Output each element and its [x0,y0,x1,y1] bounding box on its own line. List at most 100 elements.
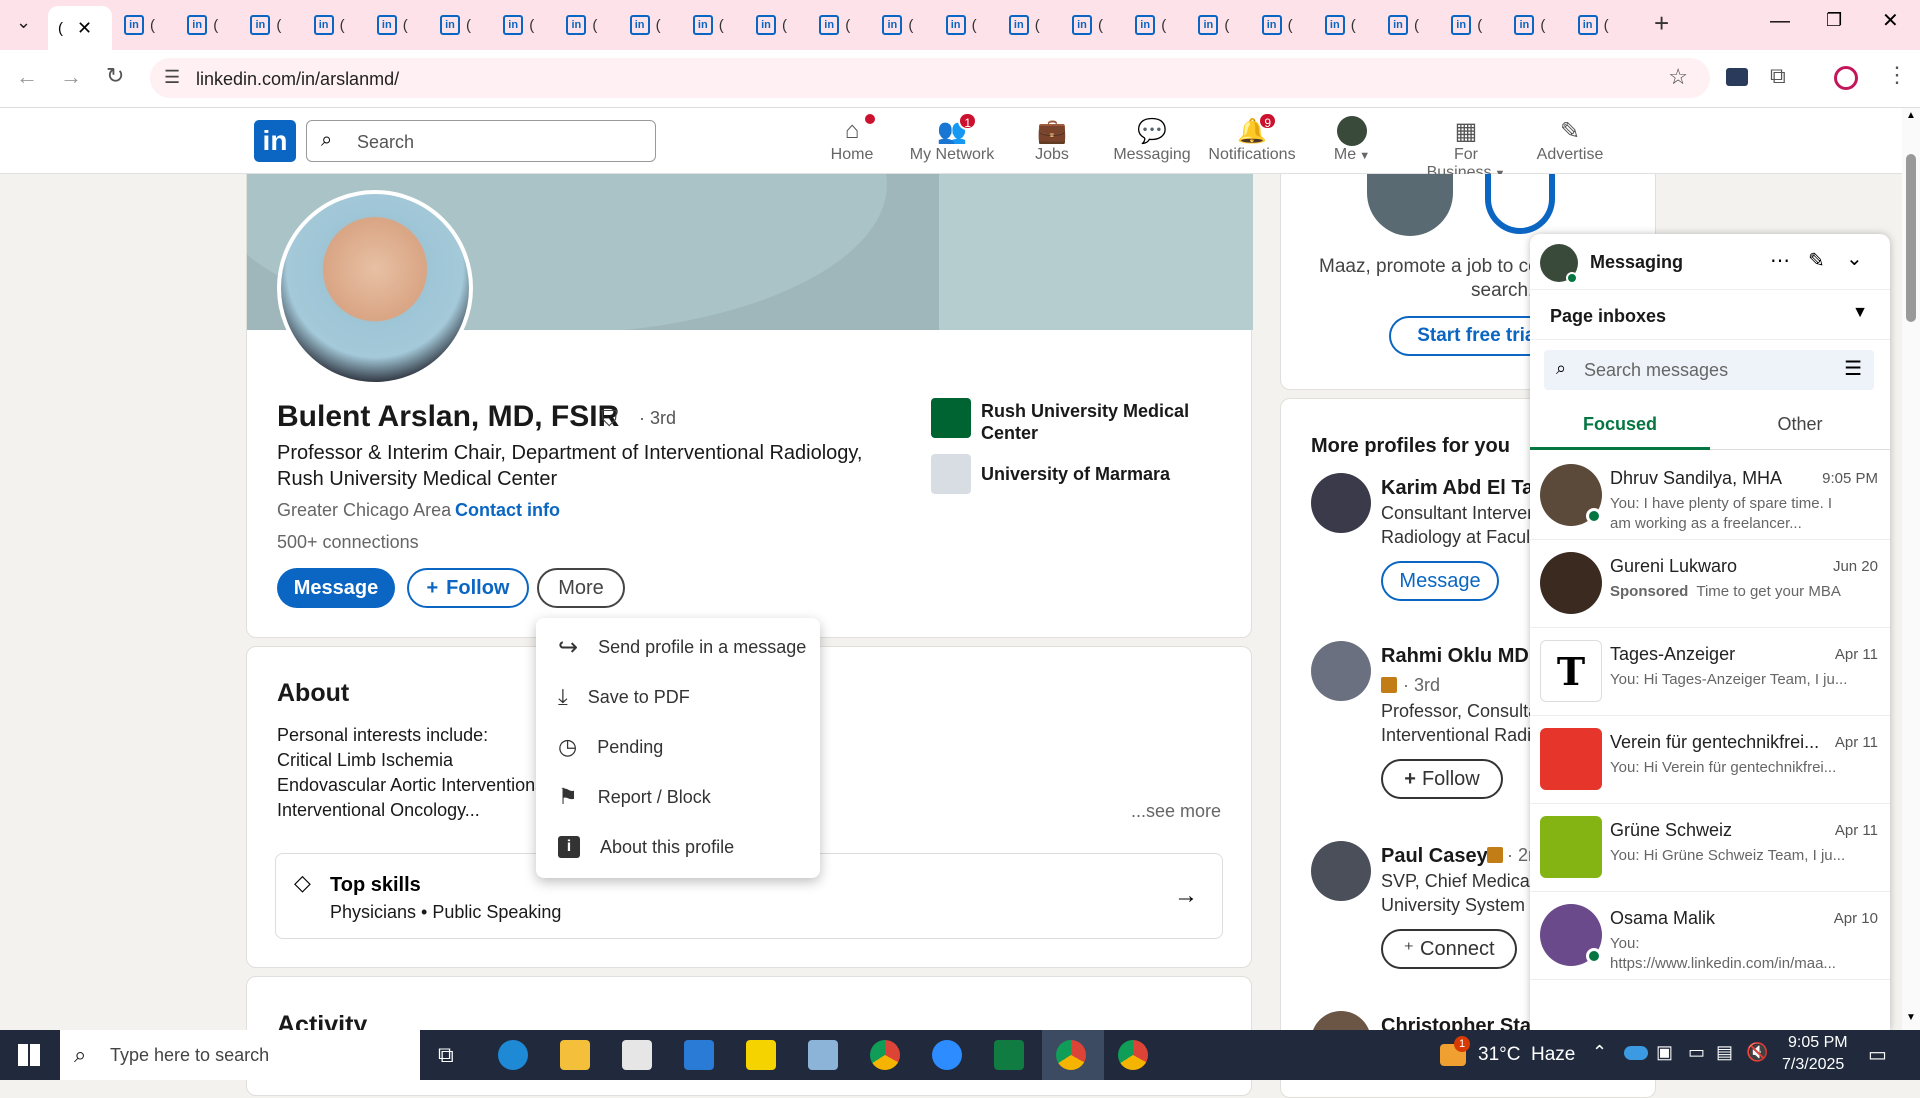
minimize-icon[interactable]: — [1770,10,1790,33]
verified-shield-icon[interactable]: ⛉ [601,406,618,432]
browser-tab[interactable]: in ( [1313,8,1377,42]
task-view-icon[interactable]: ⧉ [438,1042,454,1068]
browser-tab[interactable]: in ( [934,8,998,42]
search-messages-input[interactable]: ⌕ Search messages ☰ [1544,350,1874,390]
conversation-item[interactable]: Grüne Schweiz Apr 11 You: Hi Grüne Schwe… [1530,806,1890,892]
browser-tab[interactable]: in ( [618,8,682,42]
browser-tab[interactable]: in ( [807,8,871,42]
filter-icon[interactable]: ☰ [1844,356,1862,381]
message-karim-button[interactable]: Message [1381,561,1499,601]
battery-icon[interactable]: ▭ [1688,1042,1705,1063]
browser-tab[interactable]: in ( [1439,8,1503,42]
browser-tab[interactable]: in ( [554,8,618,42]
store-icon[interactable] [622,1040,652,1070]
conversation-item[interactable]: T Tages-Anzeiger Apr 11 You: Hi Tages-An… [1530,630,1890,716]
browser-tab[interactable]: in ( [175,8,239,42]
chrome-icon[interactable] [870,1040,900,1070]
browser-tab[interactable]: in ( [1250,8,1314,42]
profile-icon[interactable] [1834,66,1858,90]
tab-focused[interactable]: Focused [1530,400,1710,450]
scrollbar-thumb[interactable] [1906,154,1916,322]
browser-tab[interactable]: in ( [112,8,176,42]
reload-icon[interactable]: ↻ [106,63,124,89]
browser-tab[interactable]: in ( [428,8,492,42]
org1-name[interactable]: Rush University Medical Center [981,400,1201,444]
page-scrollbar[interactable]: ▲ ▼ [1902,108,1920,1030]
page-inboxes-select[interactable]: Page inboxes ▼ [1530,290,1890,340]
browser-tab[interactable]: in ( [238,8,302,42]
profile-name-karim[interactable]: Karim Abd El Tav [1381,477,1544,500]
menu-pending[interactable]: ◷ Pending [536,722,820,772]
windows-start-icon[interactable] [18,1044,40,1066]
tab-list-chevron-icon[interactable]: ⌄ [16,12,31,33]
chrome-icon-2[interactable] [1118,1040,1148,1070]
scroll-down-icon[interactable]: ▼ [1906,1012,1916,1023]
nav-advertise[interactable]: ✎ Advertise [1525,116,1615,164]
browser-tab[interactable]: in ( [491,8,555,42]
profile-photo[interactable] [277,190,473,386]
browser-tab[interactable]: in ( [681,8,745,42]
connections-count[interactable]: 500+ connections [277,532,419,553]
contact-info-link[interactable]: Contact info [455,500,560,521]
network-icon[interactable]: ▤ [1716,1042,1733,1063]
arrow-right-icon[interactable]: → [1174,882,1198,910]
tray-chevron-icon[interactable]: ⌃ [1592,1042,1607,1063]
more-button[interactable]: More [537,568,625,608]
marmara-logo[interactable] [931,454,971,494]
menu-about-profile[interactable]: i About this profile [536,822,820,872]
chrome-icon-active[interactable] [1056,1040,1086,1070]
nav-jobs[interactable]: 💼 Jobs [1007,116,1097,164]
browser-tab[interactable]: in ( [870,8,934,42]
conversation-item[interactable]: Gureni Lukwaro Jun 20 Sponsored Time to g… [1530,542,1890,628]
nav-messaging[interactable]: 💬 Messaging [1107,116,1197,164]
restore-icon[interactable]: ❐ [1826,10,1842,31]
message-button[interactable]: Message [277,568,395,608]
taskbar-search-box[interactable]: ⌕ Type here to search [60,1030,420,1080]
zoom-icon[interactable] [932,1040,962,1070]
nav-my-network[interactable]: 👥 1 My Network [907,112,997,164]
nav-me[interactable]: Me ▼ [1307,116,1397,164]
conversation-item[interactable]: Osama Malik Apr 10 You: https://www.link… [1530,894,1890,980]
site-info-icon[interactable]: ☰ [164,67,180,88]
profile-avatar-rahmi[interactable] [1311,641,1371,701]
tab-other[interactable]: Other [1710,400,1890,450]
connect-paul-button[interactable]: ⁺ Connect [1381,929,1517,969]
mail-icon[interactable] [684,1040,714,1070]
follow-button[interactable]: + Follow [407,568,529,608]
extension-wallet-icon[interactable] [1726,68,1748,86]
menu-save-pdf[interactable]: ⤓ Save to PDF [536,672,820,722]
clock-date[interactable]: 7/3/2025 [1782,1056,1844,1074]
browser-tab[interactable]: in ( [997,8,1061,42]
nav-for-business[interactable]: ▦ For Business ▼ [1421,116,1511,182]
app-icon[interactable] [808,1040,838,1070]
browser-tab[interactable]: in ( [1123,8,1187,42]
onedrive-icon[interactable] [1624,1046,1648,1060]
messaging-header[interactable]: Messaging ⋯ ✎ ⌄ [1530,234,1890,290]
browser-tab[interactable]: in ( [1186,8,1250,42]
browser-tab[interactable]: in ( [744,8,808,42]
menu-report-block[interactable]: ⚑ Report / Block [536,772,820,822]
browser-tab[interactable]: in ( [1060,8,1124,42]
close-window-icon[interactable]: ✕ [1882,8,1899,33]
profile-avatar-paul[interactable] [1311,841,1371,901]
follow-rahmi-button[interactable]: + Follow [1381,759,1503,799]
weather-text[interactable]: 31°C Haze [1478,1044,1575,1066]
close-tab-icon[interactable]: ✕ [77,18,92,39]
active-tab[interactable]: ( ✕ [48,6,112,50]
compose-icon[interactable]: ✎ [1808,248,1825,273]
volume-mute-icon[interactable]: 🔇 [1746,1042,1768,1063]
bookmark-star-icon[interactable]: ☆ [1668,64,1688,90]
address-bar[interactable]: ☰ linkedin.com/in/arslanmd/ ☆ [150,58,1710,98]
org2-name[interactable]: University of Marmara [981,464,1170,485]
nav-home[interactable]: ⌂ Home [807,112,897,164]
browser-tab[interactable]: in ( [1502,8,1566,42]
rush-logo[interactable] [931,398,971,438]
extensions-puzzle-icon[interactable]: ⧉ [1770,63,1786,89]
browser-tab[interactable]: in ( [1376,8,1440,42]
excel-icon[interactable] [994,1040,1024,1070]
forward-icon[interactable]: → [60,64,82,90]
linkedin-logo[interactable]: in [254,120,296,162]
search-box[interactable]: ⌕ Search [306,120,656,162]
conversation-item[interactable]: Dhruv Sandilya, MHA 9:05 PM You: I have … [1530,454,1890,540]
edge-icon[interactable] [498,1040,528,1070]
